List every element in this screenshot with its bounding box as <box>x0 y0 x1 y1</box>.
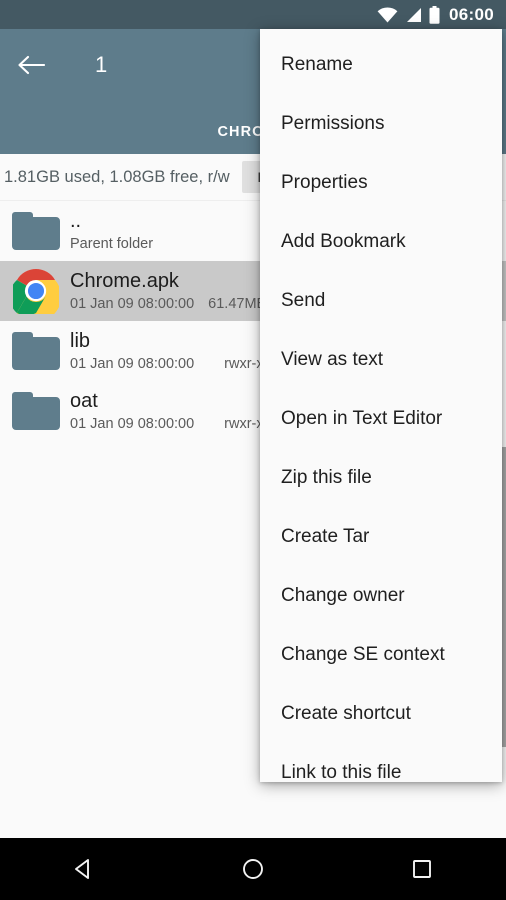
menu-item-open-in-text-editor[interactable]: Open in Text Editor <box>260 389 502 448</box>
menu-item-create-tar[interactable]: Create Tar <box>260 507 502 566</box>
status-bar-clock: 06:00 <box>449 5 494 24</box>
folder-icon <box>8 388 64 434</box>
context-menu-list: Rename Permissions Properties Add Bookma… <box>260 29 502 783</box>
menu-item-send[interactable]: Send <box>260 271 502 330</box>
folder-icon <box>8 208 64 254</box>
folder-icon <box>8 328 64 374</box>
file-name: .. <box>70 210 82 232</box>
status-bar: 06:00 <box>0 0 506 29</box>
file-name: lib <box>70 330 91 352</box>
menu-item-link-to-this-file[interactable]: Link to this file <box>260 743 502 783</box>
battery-icon <box>429 5 440 24</box>
menu-item-change-se-context[interactable]: Change SE context <box>260 625 502 684</box>
file-name: oat <box>70 390 98 412</box>
file-date: 01 Jan 09 08:00:00 <box>70 296 195 312</box>
menu-item-change-owner[interactable]: Change owner <box>260 566 502 625</box>
nav-home-icon[interactable] <box>208 838 298 900</box>
menu-item-create-shortcut[interactable]: Create shortcut <box>260 684 502 743</box>
file-subtitle: Parent folder <box>70 236 154 252</box>
menu-item-zip-this-file[interactable]: Zip this file <box>260 448 502 507</box>
file-size: 61.47MB <box>208 296 267 312</box>
chrome-apk-icon <box>8 268 64 314</box>
file-context-menu: Rename Permissions Properties Add Bookma… <box>260 29 502 782</box>
cell-signal-icon <box>405 7 422 23</box>
nav-recents-icon[interactable] <box>377 838 467 900</box>
menu-item-permissions[interactable]: Permissions <box>260 94 502 153</box>
menu-item-rename[interactable]: Rename <box>260 35 502 94</box>
menu-item-properties[interactable]: Properties <box>260 153 502 212</box>
file-date: 01 Jan 09 08:00:00 <box>70 356 195 372</box>
menu-item-view-as-text[interactable]: View as text <box>260 330 502 389</box>
nav-back-icon[interactable] <box>39 838 129 900</box>
file-date: 01 Jan 09 08:00:00 <box>70 416 195 432</box>
menu-item-add-bookmark[interactable]: Add Bookmark <box>260 212 502 271</box>
wifi-icon <box>377 6 398 23</box>
android-nav-bar <box>0 838 506 900</box>
phone-screen: 06:00 1 CHROME 1.81GB used, 1.08GB free, <box>0 0 506 900</box>
selected-count: 1 <box>95 52 108 77</box>
storage-info-text: 1.81GB used, 1.08GB free, r/w <box>4 167 230 186</box>
back-arrow-icon[interactable] <box>0 29 62 101</box>
file-name: Chrome.apk <box>70 270 179 292</box>
